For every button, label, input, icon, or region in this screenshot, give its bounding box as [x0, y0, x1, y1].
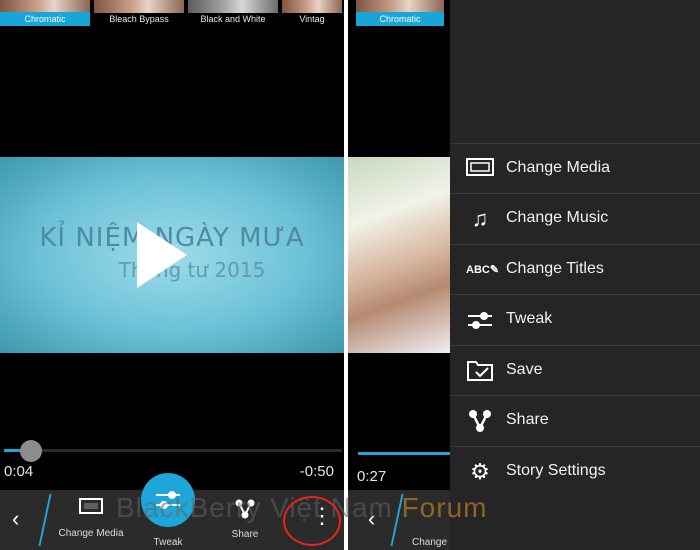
filter-label: Chromatic	[356, 12, 444, 26]
filter-black-and-white[interactable]: Black and White	[188, 0, 278, 27]
filter-strip: Chromatic Bleach Bypass Black and White …	[0, 0, 344, 27]
share-label: Share	[231, 529, 259, 540]
change-media-button[interactable]: Change Media	[58, 498, 124, 539]
film-icon	[79, 498, 103, 514]
gear-icon: ⚙	[470, 459, 490, 484]
time-elapsed: 0:04	[4, 463, 34, 480]
menu-item-label: Change Media	[506, 159, 611, 176]
change-media-label: Change Media	[58, 528, 124, 539]
menu-item-label: Share	[506, 411, 549, 428]
menu-item-label: Change Music	[506, 209, 609, 226]
filter-chromatic[interactable]: Chromatic	[356, 0, 444, 27]
tweak-label: Tweak	[153, 537, 183, 548]
menu-item-label: Story Settings	[506, 462, 606, 479]
menu-item-story-settings[interactable]: ⚙ Story Settings	[450, 446, 700, 496]
left-screen: Chromatic Bleach Bypass Black and White …	[0, 0, 344, 550]
menu-item-change-music[interactable]: ♫ Change Music	[450, 193, 700, 243]
watermark-brand: BlackBerry Việt Nam	[116, 492, 393, 523]
time-remaining: -0:50	[299, 463, 334, 480]
menu-item-tweak[interactable]: Tweak	[450, 294, 700, 344]
menu-item-change-media[interactable]: Change Media	[450, 143, 700, 193]
scrubber-track[interactable]	[358, 452, 450, 455]
menu-item-save[interactable]: Save	[450, 345, 700, 395]
tweak-label-wrap: Tweak	[140, 528, 196, 548]
back-button[interactable]: ‹	[12, 506, 19, 532]
filter-bleach-bypass[interactable]: Bleach Bypass	[94, 0, 184, 27]
bar-divider	[38, 494, 52, 546]
time-elapsed: 0:27	[357, 468, 387, 485]
filter-label: Vintag	[299, 14, 325, 24]
share-nodes-icon	[466, 408, 494, 434]
annotation-circle	[283, 496, 341, 546]
music-note-icon: ♫	[471, 206, 489, 231]
menu-item-share[interactable]: Share	[450, 395, 700, 445]
filter-vintage[interactable]: Vintag	[282, 0, 342, 27]
menu-item-label: Change Titles	[506, 260, 604, 277]
filter-label: Bleach Bypass	[109, 14, 169, 24]
sliders-icon	[466, 307, 494, 333]
menu-item-change-titles[interactable]: ABC✎ Change Titles	[450, 244, 700, 294]
filter-label: Black and White	[200, 14, 266, 24]
scrubber-progress	[4, 449, 21, 452]
abc-pencil-icon: ABC✎	[466, 264, 500, 276]
scrubber-handle[interactable]	[20, 440, 42, 462]
filter-chromatic[interactable]: Chromatic	[0, 0, 90, 27]
folder-check-icon	[466, 358, 494, 384]
menu-item-label: Tweak	[506, 310, 553, 327]
play-icon[interactable]	[137, 222, 187, 288]
watermark-forum: Forum	[401, 492, 488, 523]
overflow-menu: Change Media ♫ Change Music ABC✎ Change …	[450, 0, 700, 550]
video-preview[interactable]	[348, 157, 450, 353]
film-icon	[466, 156, 494, 182]
filter-label: Chromatic	[0, 12, 90, 26]
right-screen: Chromatic 0:27 ‹ Change Change Media ♫ C…	[348, 0, 700, 550]
menu-item-label: Save	[506, 361, 543, 378]
change-media-label: Change	[412, 537, 448, 548]
scrubber-track[interactable]	[4, 449, 342, 452]
